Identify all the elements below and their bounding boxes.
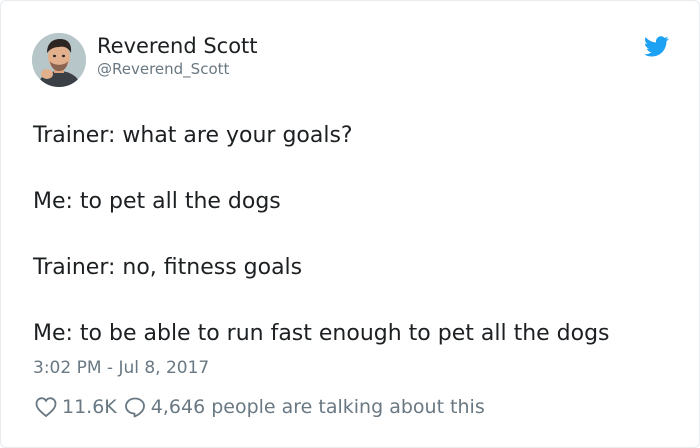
talking-about-text: 4,646 people are talking about this — [150, 396, 485, 418]
tweet-timestamp-link[interactable]: 3:02 PM - Jul 8, 2017 — [33, 357, 209, 379]
like-button[interactable]: 11.6K — [34, 395, 117, 419]
user-handle[interactable]: @Reverend_Scott — [97, 60, 229, 78]
tweet-text-line: Trainer: what are your goals? — [33, 123, 353, 148]
avatar[interactable] — [32, 33, 86, 87]
twitter-bird-icon[interactable] — [644, 36, 669, 57]
tweet-text-line: Me: to pet all the dogs — [33, 189, 281, 214]
heart-icon — [35, 397, 57, 418]
like-count: 11.6K — [62, 396, 117, 418]
speech-bubble-icon — [124, 397, 145, 418]
display-name[interactable]: Reverend Scott — [97, 33, 258, 59]
tweet-text-line: Me: to be able to run fast enough to pet… — [33, 321, 610, 346]
tweet-actions: 11.6K 4,646 people are talking about thi… — [34, 393, 485, 421]
tweet-text-line: Trainer: no, fitness goals — [33, 255, 303, 280]
user-avatar-photo — [32, 33, 86, 87]
talking-about-link[interactable]: 4,646 people are talking about this — [123, 395, 485, 419]
tweet-card: Reverend Scott @Reverend_Scott Trainer: … — [0, 0, 700, 448]
